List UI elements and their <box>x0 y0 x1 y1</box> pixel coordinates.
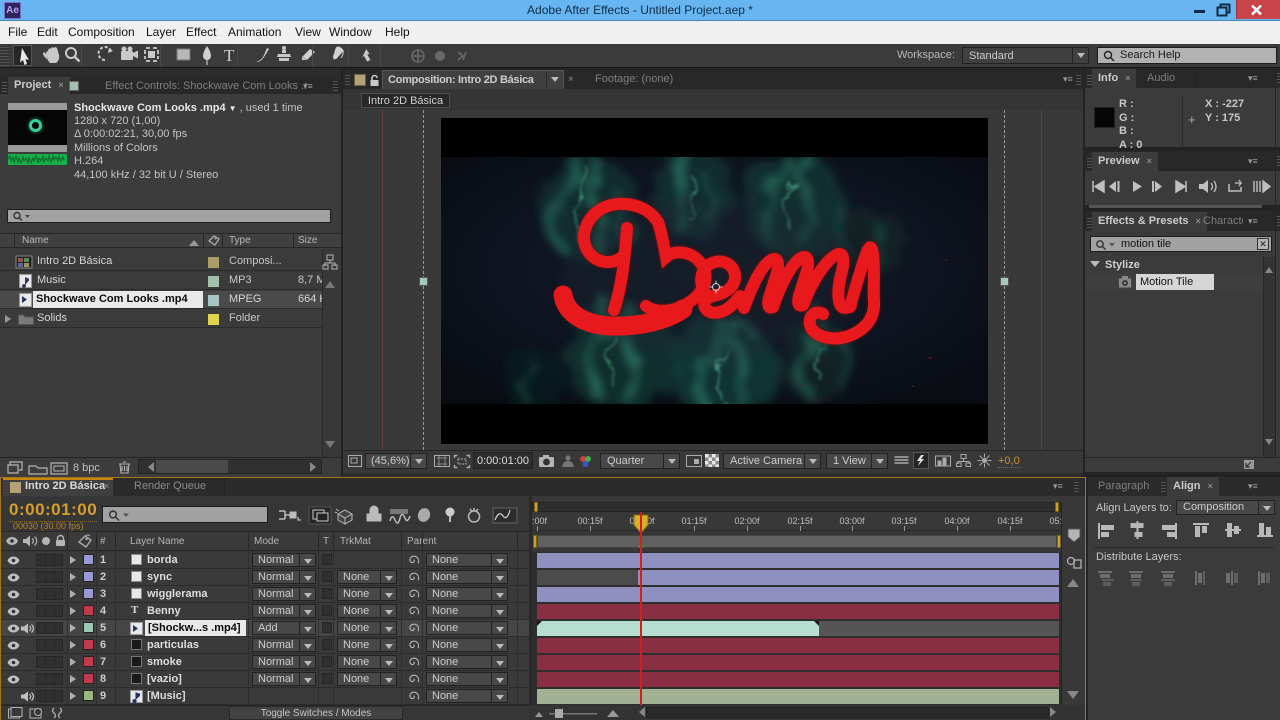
svg-text:T: T <box>224 46 235 65</box>
